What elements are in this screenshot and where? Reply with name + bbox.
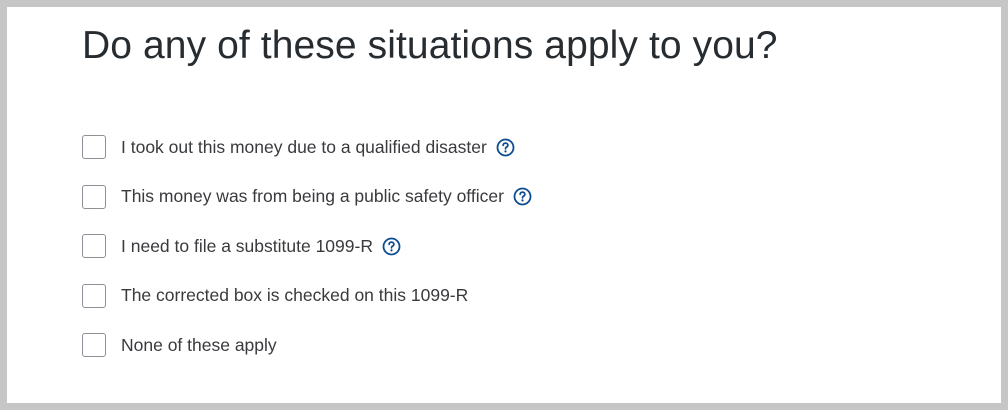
option-label: None of these apply [121, 334, 277, 355]
substitute-1099r-checkbox[interactable] [82, 234, 106, 258]
corrected-box-checkbox[interactable] [82, 283, 106, 308]
option-corrected-box[interactable]: The corrected box is checked on this 109… [82, 282, 532, 310]
question-circle-icon[interactable] [382, 237, 401, 256]
page-title: Do any of these situations apply to you? [82, 24, 778, 67]
question-circle-icon[interactable] [513, 187, 532, 206]
option-label: This money was from being a public safet… [121, 186, 504, 206]
option-substitute-1099r[interactable]: I need to file a substitute 1099-R [82, 232, 532, 260]
situation-options: I took out this money due to a qualified… [82, 133, 532, 381]
question-circle-icon[interactable] [496, 138, 515, 157]
qualified-disaster-checkbox[interactable] [82, 135, 106, 159]
option-none-apply[interactable]: None of these apply [82, 331, 532, 359]
public-safety-officer-checkbox[interactable] [82, 184, 106, 209]
option-qualified-disaster[interactable]: I took out this money due to a qualified… [82, 133, 532, 161]
option-label: I need to file a substitute 1099-R [121, 235, 373, 256]
main-panel: Do any of these situations apply to you?… [7, 7, 1001, 403]
none-apply-checkbox[interactable] [82, 333, 106, 357]
option-public-safety-officer[interactable]: This money was from being a public safet… [82, 183, 532, 211]
option-label: I took out this money due to a qualified… [121, 136, 487, 157]
option-label: The corrected box is checked on this 109… [121, 285, 469, 305]
